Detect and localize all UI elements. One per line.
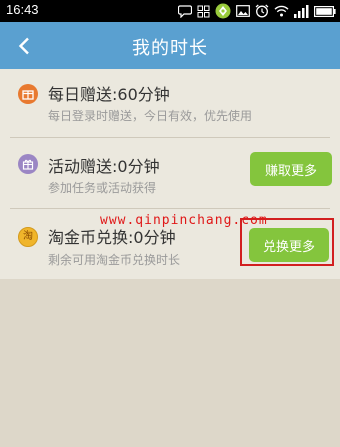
status-bar: 16:43 xyxy=(0,0,340,22)
title-bar: 我的时长 xyxy=(0,22,340,69)
row-title: 每日赠送:60分钟 xyxy=(48,85,170,104)
list-item-activity: 活动赠送:0分钟 参加任务或活动获得 赚取更多 xyxy=(0,138,340,208)
watermark: www.qinpinchang.com xyxy=(100,213,268,228)
earn-more-button[interactable]: 赚取更多 xyxy=(250,152,332,186)
row-subtitle: 每日登录时赠送，今日有效，优先使用 xyxy=(48,109,253,123)
status-time: 16:43 xyxy=(6,2,39,17)
row-title: 活动赠送:0分钟 xyxy=(48,157,160,176)
row-subtitle: 剩余可用淘金币兑换时长 xyxy=(48,253,181,267)
page-title: 我的时长 xyxy=(132,38,208,59)
row-subtitle: 参加任务或活动获得 xyxy=(48,181,157,195)
present-icon xyxy=(18,154,38,174)
gift-box-icon xyxy=(18,84,38,104)
grid-icon xyxy=(197,5,210,17)
signal-icon xyxy=(294,4,309,18)
status-icons xyxy=(178,3,336,19)
wifi-icon xyxy=(274,5,289,17)
alarm-icon xyxy=(255,4,269,18)
empty-area xyxy=(0,279,340,447)
image-icon xyxy=(236,5,250,17)
coin-icon-label: 淘 xyxy=(23,231,33,242)
battery-icon xyxy=(314,5,336,17)
chat-icon xyxy=(178,4,192,18)
gold-coin-icon: 淘 xyxy=(18,227,38,247)
list-item-daily: 每日赠送:60分钟 每日登录时赠送，今日有效，优先使用 xyxy=(0,69,340,137)
app-icon xyxy=(215,3,231,19)
